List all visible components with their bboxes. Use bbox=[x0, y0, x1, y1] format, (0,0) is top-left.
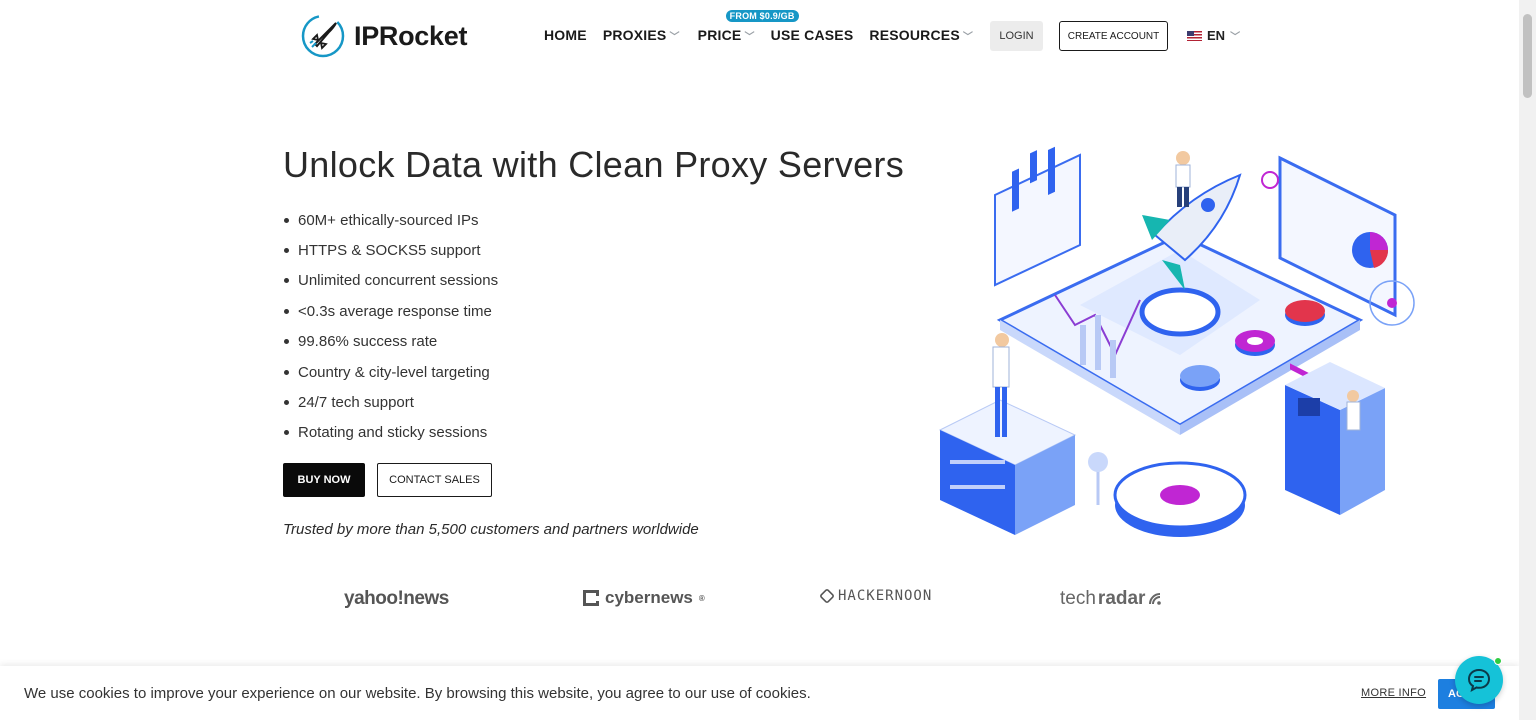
nav-proxies-label: PROXIES bbox=[602, 27, 667, 43]
trusted-text: Trusted by more than 5,500 customers and… bbox=[283, 521, 699, 538]
price-badge: FROM $0.9/GB bbox=[725, 10, 799, 22]
yahoo-news-logo-text: yahoo!news bbox=[344, 588, 449, 609]
feature-item: Rotating and sticky sessions bbox=[283, 418, 498, 448]
more-info-link[interactable]: MORE INFO bbox=[1361, 687, 1426, 699]
contact-sales-button[interactable]: CONTACT SALES bbox=[377, 463, 492, 497]
signal-icon bbox=[1149, 593, 1162, 605]
hackernoon-logo-text: HACKERNOON bbox=[838, 588, 933, 604]
us-flag-icon bbox=[1187, 30, 1202, 41]
cookie-text: We use cookies to improve your experienc… bbox=[24, 685, 811, 702]
buy-now-button[interactable]: BUY NOW bbox=[283, 463, 365, 497]
feature-item: HTTPS & SOCKS5 support bbox=[283, 235, 498, 265]
feature-item: 24/7 tech support bbox=[283, 387, 498, 417]
main-nav: HOME PROXIES ﹀ FROM $0.9/GB PRICE ﹀ USE … bbox=[544, 10, 973, 43]
feature-item: <0.3s average response time bbox=[283, 296, 498, 326]
feature-list: 60M+ ethically-sourced IPs HTTPS & SOCKS… bbox=[283, 205, 498, 448]
login-button[interactable]: LOGIN bbox=[990, 21, 1043, 51]
chevron-down-icon: ﹀ bbox=[1230, 32, 1241, 43]
techradar-logo-text-bold: radar bbox=[1097, 588, 1146, 609]
create-account-button[interactable]: CREATE ACCOUNT bbox=[1059, 21, 1168, 51]
nav-price[interactable]: FROM $0.9/GB PRICE ﹀ bbox=[697, 10, 799, 43]
rocket-logo-icon bbox=[301, 14, 345, 58]
nav-use-cases[interactable]: USE CASES bbox=[771, 27, 854, 43]
nav-home[interactable]: HOME bbox=[544, 27, 587, 43]
hero-title: Unlock Data with Clean Proxy Servers bbox=[283, 144, 905, 185]
logo[interactable]: IPRocket bbox=[300, 13, 467, 59]
nav-proxies[interactable]: PROXIES ﹀ bbox=[603, 27, 680, 43]
hackernoon-mark-icon bbox=[819, 588, 835, 604]
feature-item: 99.86% success rate bbox=[283, 327, 498, 357]
nav-home-label: HOME bbox=[544, 27, 587, 43]
isometric-illustration bbox=[938, 146, 1415, 537]
language-selector[interactable]: EN ﹀ bbox=[1187, 28, 1240, 43]
chevron-down-icon: ﹀ bbox=[962, 32, 974, 43]
registered-mark: ® bbox=[698, 593, 705, 603]
nav-use-cases-label: USE CASES bbox=[770, 27, 854, 43]
chat-widget-button[interactable] bbox=[1455, 656, 1503, 704]
yahoo-news-logo: yahoo!news bbox=[344, 588, 449, 610]
feature-item: 60M+ ethically-sourced IPs bbox=[283, 205, 498, 235]
chat-icon bbox=[1467, 668, 1491, 692]
feature-item: Country & city-level targeting bbox=[283, 357, 498, 387]
nav-resources-label: RESOURCES bbox=[869, 27, 960, 43]
scrollbar-thumb[interactable] bbox=[1523, 14, 1532, 98]
hackernoon-logo: HACKERNOON bbox=[819, 588, 933, 604]
chevron-down-icon: ﹀ bbox=[744, 32, 755, 43]
online-status-dot bbox=[1494, 657, 1502, 665]
language-label: EN bbox=[1207, 28, 1226, 43]
cybernews-logo-text: cybernews bbox=[605, 588, 693, 607]
page-scrollbar[interactable] bbox=[1519, 0, 1536, 720]
nav-price-label: PRICE bbox=[697, 27, 742, 43]
nav-resources[interactable]: RESOURCES ﹀ bbox=[869, 27, 973, 43]
site-header: IPRocket HOME PROXIES ﹀ FROM $0.9/GB PRI… bbox=[0, 0, 1519, 72]
techradar-logo: tech radar bbox=[1060, 588, 1163, 610]
cybernews-mark-icon bbox=[583, 590, 599, 606]
chevron-down-icon: ﹀ bbox=[669, 32, 680, 43]
feature-item: Unlimited concurrent sessions bbox=[283, 266, 498, 296]
logo-text: IPRocket bbox=[354, 20, 468, 51]
cybernews-logo: cybernews ® bbox=[583, 588, 705, 608]
techradar-logo-text-light: tech bbox=[1060, 588, 1096, 609]
cookie-banner: We use cookies to improve your experienc… bbox=[0, 666, 1519, 720]
